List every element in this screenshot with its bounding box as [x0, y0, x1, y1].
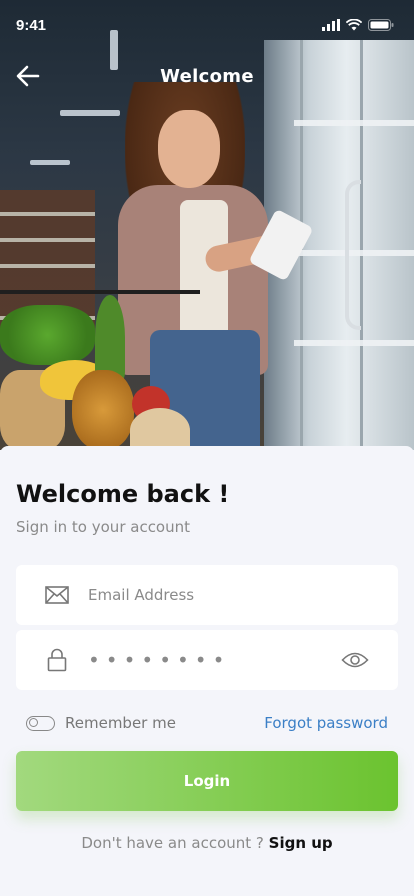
toggle-knob — [29, 718, 38, 727]
login-heading: Welcome back ! — [16, 480, 230, 508]
signal-icon — [322, 19, 340, 31]
ceiling-light — [60, 110, 120, 116]
pineapple — [72, 370, 134, 450]
forgot-password-link[interactable]: Forgot password — [264, 714, 388, 732]
battery-icon — [368, 19, 394, 31]
email-field[interactable] — [16, 565, 398, 625]
back-button[interactable] — [14, 62, 44, 90]
envelope-icon — [44, 582, 70, 608]
woman-face — [158, 110, 220, 188]
nav-bar: Welcome — [0, 56, 414, 96]
wifi-icon — [346, 19, 362, 31]
ceiling-light — [30, 160, 70, 165]
remember-label: Remember me — [65, 714, 176, 732]
login-button[interactable]: Login — [16, 751, 398, 811]
password-field[interactable]: •••••••• — [16, 630, 398, 690]
status-time: 9:41 — [16, 16, 47, 34]
signup-row: Don't have an account ? Sign up — [0, 834, 414, 852]
lock-icon — [44, 647, 70, 673]
melon — [130, 408, 190, 450]
signup-question: Don't have an account ? — [81, 834, 269, 852]
remember-toggle[interactable] — [26, 715, 55, 731]
remember-row: Remember me Forgot password — [26, 712, 388, 734]
back-arrow-icon — [16, 65, 40, 87]
signup-link[interactable]: Sign up — [269, 834, 333, 852]
email-input[interactable] — [88, 575, 398, 615]
vegetables — [0, 305, 95, 365]
password-input[interactable]: •••••••• — [88, 648, 340, 672]
fridge-shelf — [294, 120, 414, 126]
login-subheading: Sign in to your account — [16, 518, 191, 536]
eye-icon[interactable] — [340, 647, 370, 673]
page-title: Welcome — [160, 65, 254, 87]
fridge-shelf — [294, 340, 414, 346]
login-sheet: Welcome back ! Sign in to your account •… — [0, 446, 414, 896]
status-icons — [322, 19, 394, 31]
fridge-handle — [345, 180, 361, 330]
pineapple-leaves — [95, 295, 125, 380]
status-bar: 9:41 — [0, 0, 414, 50]
